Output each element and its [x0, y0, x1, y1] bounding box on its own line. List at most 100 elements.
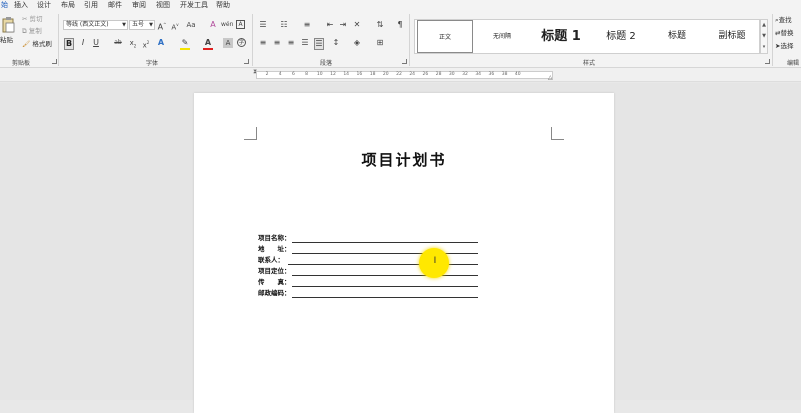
font-group-label: 字体	[146, 60, 159, 67]
tab-insert[interactable]: 插入	[14, 0, 28, 11]
underline-icon[interactable]: U	[91, 38, 101, 48]
enclose-char-icon[interactable]: 字	[237, 38, 246, 47]
justify-icon[interactable]: ☰	[300, 38, 310, 48]
field-project-name[interactable]: 项目名称：	[258, 233, 478, 244]
copy-button[interactable]: ⧉ 复制	[22, 26, 42, 36]
ruler-number: 32	[462, 72, 468, 77]
style-heading-2[interactable]: 标题 2	[593, 20, 649, 53]
tab-help[interactable]: 帮助	[216, 0, 230, 11]
increase-indent-icon[interactable]: ⇥	[338, 20, 348, 30]
align-center-icon[interactable]: ≡	[272, 38, 282, 48]
format-painter-icon: 🖌	[22, 40, 31, 48]
cut-button[interactable]: ✂ 剪切	[22, 14, 43, 24]
tab-mailings[interactable]: 邮件	[108, 0, 122, 11]
divider	[772, 14, 773, 66]
tab-view[interactable]: 视图	[156, 0, 170, 11]
line-spacing-icon[interactable]: ↕	[331, 38, 341, 48]
tab-design[interactable]: 设计	[37, 0, 51, 11]
tab-layout[interactable]: 布局	[61, 0, 75, 11]
decrease-indent-icon[interactable]: ⇤	[325, 20, 335, 30]
paste-button[interactable]: 粘贴	[0, 14, 18, 52]
select-button[interactable]: ➤选择	[775, 41, 793, 51]
strikethrough-icon[interactable]: ab	[113, 38, 123, 48]
format-painter-button[interactable]: 🖌 格式刷	[22, 39, 52, 49]
paragraph-launcher[interactable]	[402, 59, 407, 64]
field-fax[interactable]: 传 真：	[258, 277, 478, 288]
italic-icon[interactable]: I	[78, 38, 88, 48]
shading-icon[interactable]: ◈	[352, 38, 362, 48]
style-title-label: 标题	[667, 31, 686, 41]
text-cursor-icon: I	[433, 256, 437, 266]
chinese-layout-icon[interactable]: ✕	[352, 20, 362, 30]
ruler-number: 40	[514, 72, 521, 77]
chevron-up-icon[interactable]: ▲	[761, 20, 767, 31]
right-indent-marker[interactable]: △	[548, 74, 553, 81]
font-name-value: 等线 (西文正文)	[66, 21, 109, 28]
ruler-number: 38	[501, 72, 508, 77]
field-positioning[interactable]: 项目定位：	[258, 266, 478, 277]
numbering-icon[interactable]: ☷	[279, 20, 289, 30]
shrink-font-icon[interactable]: Av	[170, 20, 180, 32]
ruler-number: 12	[330, 72, 336, 77]
superscript-icon[interactable]: x2	[141, 38, 151, 50]
fill-line	[292, 253, 478, 254]
char-shading-icon[interactable]: A	[223, 38, 233, 48]
paste-label: 粘贴	[0, 36, 13, 44]
styles-gallery: 正文 无间隔 标题 1 标题 2 标题 副标题	[414, 19, 760, 54]
tab-developer[interactable]: 开发工具	[180, 0, 208, 11]
highlight-icon[interactable]: ✎	[180, 38, 190, 50]
replace-button[interactable]: ⇄替换	[775, 28, 793, 38]
find-button[interactable]: ⌕查找	[775, 15, 792, 25]
find-label: 查找	[778, 16, 792, 24]
clipboard-launcher[interactable]	[52, 59, 57, 64]
bullets-icon[interactable]: ☰	[258, 20, 268, 30]
sort-icon[interactable]: ⇅	[375, 20, 385, 30]
align-right-icon[interactable]: ≡	[286, 38, 296, 48]
subscript-icon[interactable]: x2	[128, 38, 138, 51]
document-page[interactable]: 项目计划书 项目名称： 地 址： 联系人： 项目定位： 传 真： 邮政编码：	[194, 93, 614, 413]
style-subtitle[interactable]: 副标题	[705, 20, 759, 53]
ruler-number: 20	[382, 72, 389, 77]
clear-format-icon[interactable]: A	[208, 20, 218, 30]
tab-home[interactable]: 始	[1, 0, 8, 11]
font-launcher[interactable]	[244, 59, 249, 64]
align-left-icon[interactable]: ≡	[258, 38, 268, 48]
multilevel-list-icon[interactable]: ≡	[302, 20, 312, 30]
more-icon[interactable]: ▾	[761, 42, 767, 53]
field-postal-code[interactable]: 邮政编码：	[258, 288, 478, 299]
styles-launcher[interactable]	[765, 59, 770, 64]
font-size-combo[interactable]: 五号 ▼	[129, 20, 155, 30]
styles-scrollbar[interactable]: ▲ ▼ ▾	[760, 19, 768, 54]
style-heading-1[interactable]: 标题 1	[531, 20, 591, 53]
chevron-down-icon: ▼	[122, 22, 126, 28]
ruler-number: 2	[265, 72, 269, 77]
document-title[interactable]: 项目计划书	[194, 149, 614, 170]
font-name-combo[interactable]: 等线 (西文正文) ▼	[63, 20, 128, 30]
ruler-number: 36	[488, 72, 495, 77]
font-color-icon[interactable]: A	[203, 38, 213, 50]
ruler-number: 34	[475, 72, 482, 77]
change-case-icon[interactable]: Aa	[186, 20, 196, 30]
ruler-number: 30	[448, 72, 455, 77]
field-address[interactable]: 地 址：	[258, 244, 478, 255]
chevron-down-icon[interactable]: ▼	[761, 31, 767, 42]
copy-icon: ⧉	[22, 27, 27, 35]
field-contact[interactable]: 联系人：	[258, 255, 478, 266]
margin-corner-top-right	[551, 127, 564, 140]
divider	[409, 14, 410, 66]
bold-icon[interactable]: B	[64, 38, 74, 50]
phonetic-icon[interactable]: wén	[221, 20, 233, 30]
char-border-icon[interactable]: A	[236, 20, 245, 29]
tab-references[interactable]: 引用	[84, 0, 98, 11]
show-marks-icon[interactable]: ¶	[395, 20, 405, 30]
distributed-icon[interactable]: ☰	[314, 38, 324, 50]
grow-font-icon[interactable]: A^	[157, 20, 167, 33]
field-label: 项目定位：	[258, 267, 291, 275]
style-normal[interactable]: 正文	[417, 20, 473, 53]
style-title[interactable]: 标题	[651, 20, 703, 53]
menu-bar: 始 插入 设计 布局 引用 邮件 审阅 视图 开发工具 帮助	[0, 0, 801, 11]
text-effects-icon[interactable]: A	[156, 38, 166, 48]
tab-review[interactable]: 审阅	[132, 0, 146, 11]
borders-icon[interactable]: ⊞	[375, 38, 385, 48]
style-no-spacing[interactable]: 无间隔	[475, 20, 529, 53]
